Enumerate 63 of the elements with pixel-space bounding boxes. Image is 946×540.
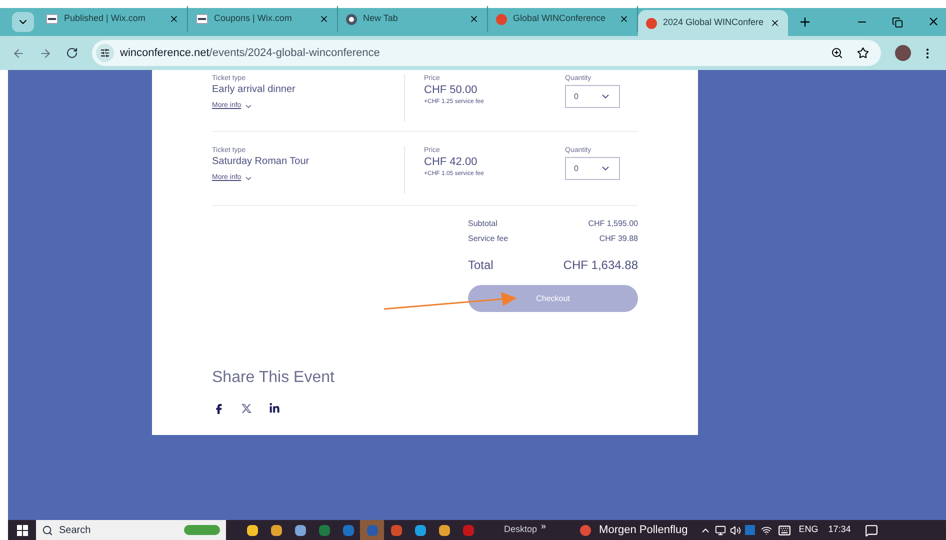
- toolbar-label[interactable]: Desktop: [504, 523, 538, 537]
- summary-value: CHF 1,595.00: [588, 218, 638, 230]
- site-icon: [646, 18, 657, 28]
- tab-title: Global WINConference: [513, 12, 607, 26]
- tab-title: Coupons | Wix.com: [214, 12, 293, 26]
- close-icon[interactable]: [927, 15, 940, 28]
- total-label: Total: [468, 257, 494, 274]
- search-placeholder: Search: [59, 524, 91, 538]
- zoom-icon[interactable]: [831, 47, 843, 59]
- ticket-name: Saturday Roman Tour: [212, 155, 310, 169]
- browser-tab[interactable]: Coupons | Wix.com: [188, 6, 338, 32]
- ticket-price: CHF 50.00: [424, 83, 478, 97]
- back-icon[interactable]: [12, 46, 25, 60]
- forward-icon[interactable]: [39, 46, 52, 60]
- speaker-icon[interactable]: [730, 524, 741, 536]
- share-title: Share This Event: [212, 368, 336, 388]
- restore-icon[interactable]: [892, 17, 903, 28]
- site-info-icon[interactable]: [96, 44, 114, 62]
- bookmark-star-icon[interactable]: [857, 47, 869, 59]
- facebook-icon[interactable]: [214, 404, 224, 414]
- summary-label: Service fee: [468, 232, 508, 244]
- site-icon: [496, 14, 507, 24]
- close-icon[interactable]: [469, 14, 479, 24]
- keyboard-icon[interactable]: [778, 524, 791, 536]
- close-icon[interactable]: [319, 14, 329, 24]
- profile-avatar[interactable]: [895, 45, 911, 61]
- close-icon[interactable]: [169, 14, 179, 24]
- search-icon: [42, 524, 53, 536]
- notifications-icon[interactable]: [864, 524, 878, 536]
- summary-label: Subtotal: [468, 218, 498, 230]
- language-indicator[interactable]: ENG: [798, 523, 818, 537]
- browser-tab[interactable]: 2024 Global WINConfere: [638, 10, 788, 36]
- search-field[interactable]: Search: [36, 520, 226, 540]
- address-field[interactable]: winconference.net/events/2024-global-winconference: [92, 40, 881, 66]
- browser-tab[interactable]: Published | Wix.com: [38, 6, 188, 32]
- site-icon: [46, 14, 58, 24]
- weather-text[interactable]: Morgen Pollenflug: [599, 522, 688, 538]
- tab-title: New Tab: [363, 12, 399, 26]
- linkedin-icon[interactable]: [269, 403, 280, 414]
- x-icon[interactable]: [241, 403, 252, 414]
- quantity-select[interactable]: 0: [565, 157, 620, 180]
- ticket-price: CHF 42.00: [424, 155, 478, 169]
- browser-tab[interactable]: New Tab: [338, 6, 488, 32]
- new-tab-icon[interactable]: [798, 15, 812, 29]
- wifi-icon[interactable]: [760, 524, 772, 536]
- url-text: winconference.net/events/2024-global-winconference: [120, 46, 380, 61]
- summary-value: CHF 39.88: [599, 232, 638, 244]
- monitor-icon[interactable]: [714, 524, 726, 536]
- toolbar-more[interactable]: »: [541, 520, 546, 534]
- tab-title: 2024 Global WINConfere: [663, 16, 764, 30]
- tab-search-button[interactable]: [12, 12, 34, 32]
- site-icon: [196, 14, 208, 24]
- close-icon[interactable]: [770, 18, 780, 28]
- ticket-name: Early arrival dinner: [212, 83, 296, 97]
- total-value: CHF 1,634.88: [563, 257, 638, 274]
- quantity-value: 0: [574, 90, 578, 102]
- tab-title: Published | Wix.com: [64, 12, 146, 26]
- quantity-value: 0: [574, 162, 578, 174]
- quantity-select[interactable]: 0: [565, 85, 620, 108]
- close-icon[interactable]: [619, 14, 629, 24]
- globe-icon: [346, 14, 357, 24]
- clock[interactable]: 17:34: [828, 523, 851, 537]
- reload-icon[interactable]: [66, 47, 78, 59]
